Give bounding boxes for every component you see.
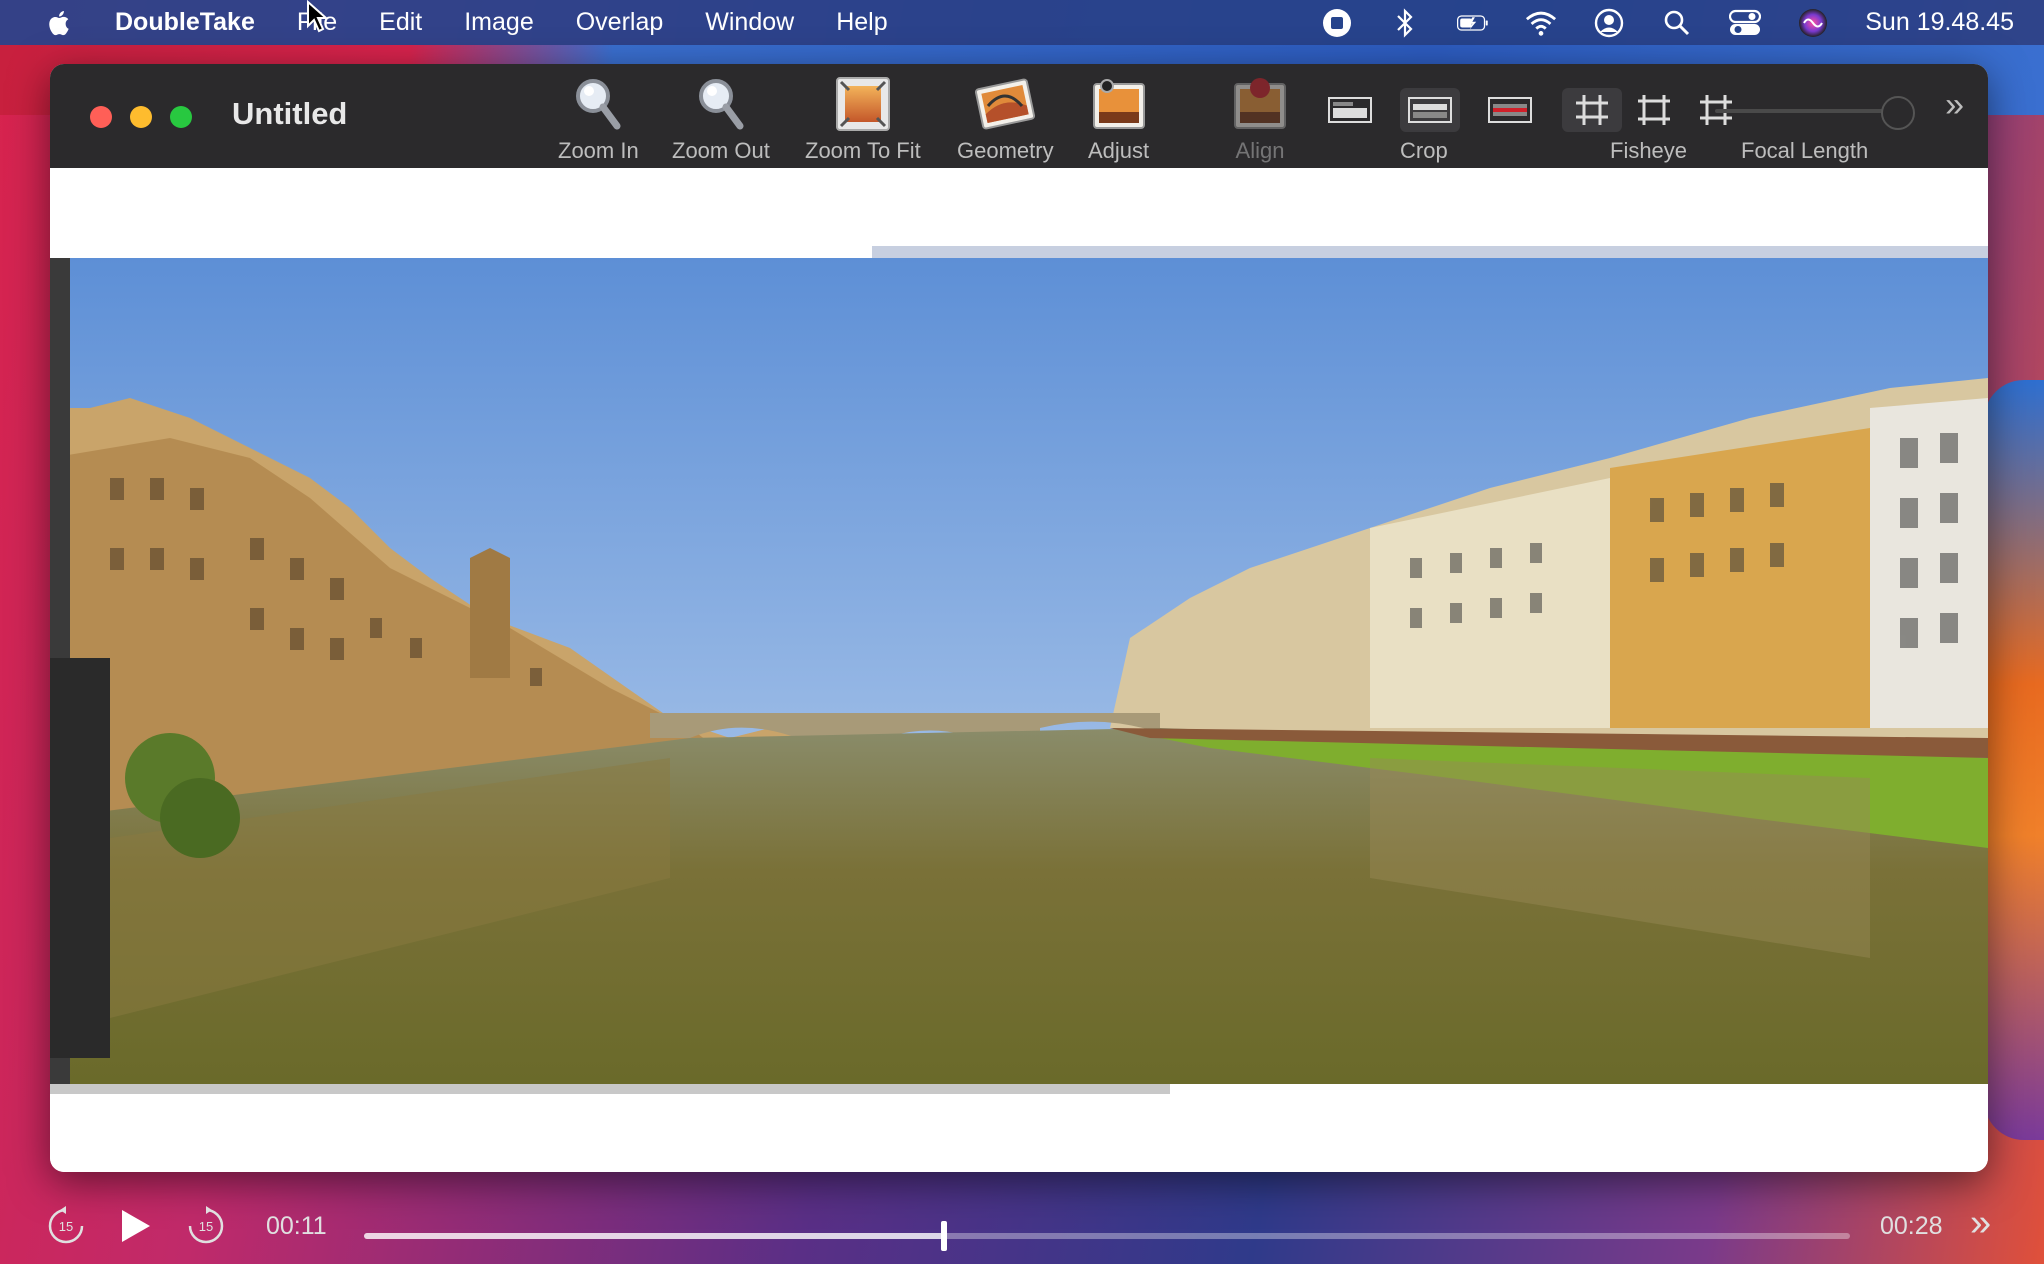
crop-mode-1-button[interactable] (1320, 88, 1380, 132)
fast-forward-icon[interactable]: » (1970, 1202, 1991, 1245)
grid-icon (1576, 95, 1608, 125)
overlap-strip-top (872, 246, 1988, 258)
skip-forward-seconds: 15 (199, 1219, 213, 1234)
skip-forward-icon[interactable]: 15 (186, 1206, 226, 1246)
zoom-out-button[interactable]: Zoom Out (672, 74, 770, 164)
search-icon[interactable] (1661, 7, 1693, 39)
battery-icon[interactable] (1457, 7, 1489, 39)
geometry-label: Geometry (957, 138, 1054, 163)
app-menu[interactable]: DoubleTake (115, 8, 255, 37)
fullscreen-window-button[interactable] (170, 106, 192, 128)
menu-edit[interactable]: Edit (379, 8, 422, 37)
geometry-icon (975, 78, 1036, 130)
fisheye-grid-button[interactable] (1562, 88, 1622, 132)
focal-length-label: Focal Length (1741, 138, 1869, 163)
adjust-icon (1092, 79, 1145, 129)
crop-label: Crop (1400, 138, 1448, 163)
mouse-cursor-icon (307, 0, 329, 33)
panorama-photo (50, 258, 1988, 1084)
crop-mode-2-button[interactable] (1400, 88, 1460, 132)
window-title: Untitled (232, 96, 348, 131)
skip-back-seconds: 15 (59, 1219, 73, 1234)
zoom-in-label: Zoom In (558, 138, 639, 163)
align-label: Align (1235, 138, 1285, 163)
focal-length-slider-knob[interactable] (1880, 96, 1915, 130)
focal-length-slider-track[interactable] (1715, 109, 1905, 113)
menu-help[interactable]: Help (836, 8, 887, 37)
align-icon (1234, 78, 1286, 129)
zoom-to-fit-icon (835, 77, 890, 131)
minimize-window-button[interactable] (130, 106, 152, 128)
toolbar: Untitled Zoom In Zoom Out Zoom To Fit Ge… (50, 64, 1988, 169)
align-button[interactable]: Align (1232, 74, 1288, 164)
fisheye-full-button[interactable] (1624, 88, 1684, 132)
menubar-clock[interactable]: Sun 19.48.45 (1865, 8, 2014, 37)
zoom-out-label: Zoom Out (672, 138, 770, 163)
play-icon[interactable] (118, 1208, 152, 1244)
zoom-to-fit-button[interactable]: Zoom To Fit (805, 74, 921, 164)
menu-image[interactable]: Image (464, 8, 533, 37)
playback-scrubber-knob[interactable] (940, 1221, 947, 1251)
zoom-to-fit-label: Zoom To Fit (805, 138, 921, 163)
magnifier-plus-icon (576, 79, 621, 130)
adjust-button[interactable]: Adjust (1088, 74, 1149, 164)
menu-window[interactable]: Window (705, 8, 794, 37)
crop-mode-2-icon (1408, 97, 1452, 123)
skip-back-icon[interactable]: 15 (46, 1206, 86, 1246)
playback-scrubber[interactable] (364, 1221, 1850, 1251)
video-playback-bar: 15 15 00:11 00:28 » (0, 1190, 2044, 1264)
total-time: 00:28 (1880, 1212, 1943, 1240)
current-time: 00:11 (266, 1212, 327, 1240)
magnifier-minus-icon (698, 79, 744, 130)
overlap-strip-bottom (50, 1084, 1170, 1094)
desktop-wallpaper-edge (1984, 380, 2044, 1140)
close-window-button[interactable] (90, 106, 112, 128)
document-window: Untitled Zoom In Zoom Out Zoom To Fit Ge… (50, 64, 1988, 1172)
image-canvas[interactable] (50, 168, 1988, 1172)
crop-mode-3-icon (1488, 97, 1532, 123)
wifi-icon[interactable] (1525, 7, 1557, 39)
crop-mode-1-icon (1328, 97, 1372, 123)
siri-icon[interactable] (1797, 7, 1829, 39)
playback-progress (364, 1233, 944, 1239)
toolbar-overflow-icon[interactable]: » (1945, 86, 1964, 125)
user-icon[interactable] (1593, 7, 1625, 39)
zoom-in-button[interactable]: Zoom In (558, 74, 639, 164)
apple-logo-icon[interactable] (45, 8, 75, 38)
fisheye-label: Fisheye (1610, 138, 1688, 163)
crop-mode-3-button[interactable] (1480, 88, 1540, 132)
geometry-button[interactable]: Geometry (957, 74, 1054, 164)
adjust-label: Adjust (1088, 138, 1150, 163)
crop-segmented-control (1320, 88, 1540, 132)
bluetooth-icon[interactable] (1389, 7, 1421, 39)
control-center-icon[interactable] (1729, 7, 1762, 39)
screen-record-icon[interactable] (1321, 7, 1353, 39)
fisheye-full-icon (1638, 95, 1670, 125)
menu-overlap[interactable]: Overlap (576, 8, 664, 37)
